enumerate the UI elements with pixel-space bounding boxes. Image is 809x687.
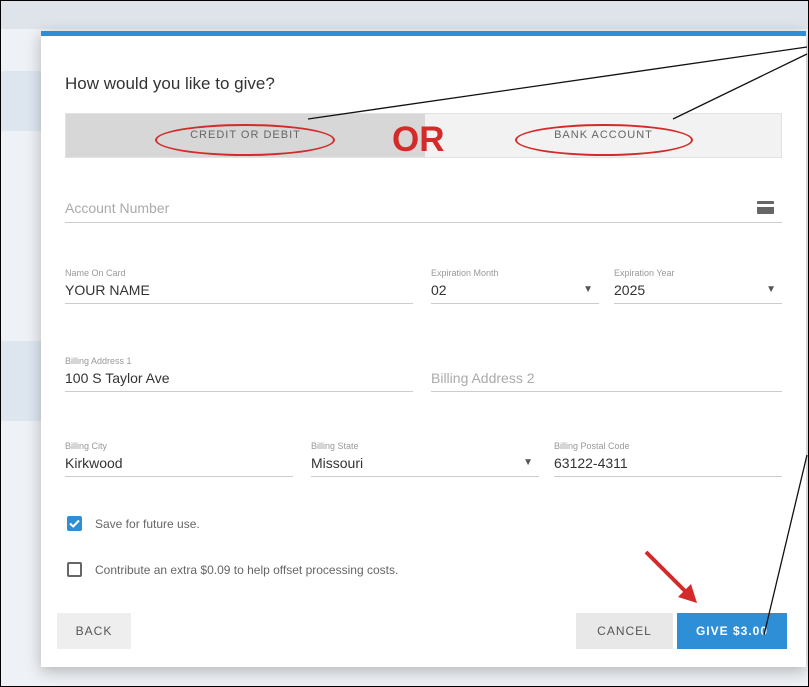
expiration-month-label: Expiration Month — [431, 268, 499, 278]
background-panel — [1, 341, 41, 421]
dialog-title: How would you like to give? — [65, 74, 275, 93]
annotation-oval-bank — [515, 124, 693, 156]
name-on-card-value: YOUR NAME — [65, 282, 150, 298]
billing-state-label: Billing State — [311, 441, 359, 451]
chevron-down-icon: ▼ — [583, 284, 593, 295]
billing-address-1-field[interactable]: Billing Address 1 100 S Taylor Ave — [65, 356, 413, 392]
save-for-future-checkbox[interactable] — [67, 516, 82, 531]
cancel-button[interactable]: CANCEL — [576, 613, 673, 649]
billing-state-select[interactable]: Billing State Missouri ▼ — [311, 441, 539, 477]
expiration-month-value: 02 — [431, 282, 447, 298]
annotation-oval-credit — [155, 124, 335, 156]
give-button[interactable]: GIVE $3.00 — [677, 613, 787, 649]
background-header — [1, 1, 808, 29]
credit-card-icon — [757, 201, 774, 214]
billing-city-field[interactable]: Billing City Kirkwood — [65, 441, 293, 477]
back-button[interactable]: BACK — [57, 613, 131, 649]
background-panel — [1, 71, 41, 131]
chevron-down-icon: ▼ — [523, 457, 533, 468]
billing-city-label: Billing City — [65, 441, 108, 451]
billing-city-value: Kirkwood — [65, 455, 123, 471]
expiration-year-label: Expiration Year — [614, 268, 675, 278]
give-dialog: How would you like to give? CREDIT OR DE… — [41, 31, 806, 667]
billing-postal-code-value: 63122-4311 — [554, 455, 628, 471]
contribute-extra-checkbox[interactable] — [67, 562, 82, 577]
billing-address-1-label: Billing Address 1 — [65, 356, 132, 366]
annotation-or-label: OR — [392, 120, 445, 159]
billing-address-1-value: 100 S Taylor Ave — [65, 370, 170, 386]
billing-state-value: Missouri — [311, 455, 364, 471]
billing-address-2-field[interactable]: Billing Address 2 — [431, 356, 782, 392]
account-number-field[interactable]: Account Number — [65, 193, 782, 223]
billing-postal-code-label: Billing Postal Code — [554, 441, 630, 451]
billing-postal-code-field[interactable]: Billing Postal Code 63122-4311 — [554, 441, 782, 477]
chevron-down-icon: ▼ — [766, 284, 776, 295]
contribute-extra-label: Contribute an extra $0.09 to help offset… — [95, 563, 399, 577]
checkmark-icon — [69, 519, 80, 528]
expiration-year-select[interactable]: Expiration Year 2025 ▼ — [614, 268, 782, 304]
expiration-year-value: 2025 — [614, 282, 646, 298]
save-for-future-label: Save for future use. — [95, 517, 200, 531]
screenshot-frame: How would you like to give? CREDIT OR DE… — [0, 0, 809, 687]
name-on-card-field[interactable]: Name On Card YOUR NAME — [65, 268, 413, 304]
billing-address-2-placeholder: Billing Address 2 — [431, 370, 535, 386]
account-number-placeholder: Account Number — [65, 200, 170, 216]
expiration-month-select[interactable]: Expiration Month 02 ▼ — [431, 268, 599, 304]
name-on-card-label: Name On Card — [65, 268, 126, 278]
